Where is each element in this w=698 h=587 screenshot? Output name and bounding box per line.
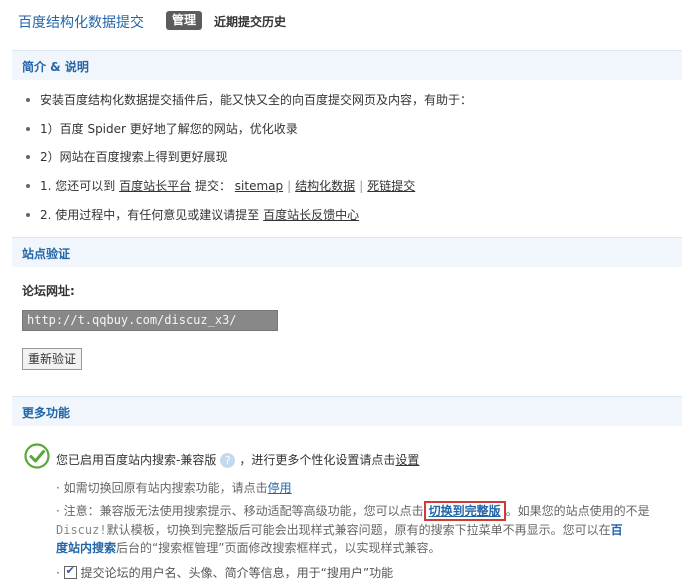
baidu-webmaster-platform-link[interactable]: 百度站长平台: [119, 179, 191, 193]
sitemap-link[interactable]: sitemap: [235, 179, 283, 193]
bullet-icon: [26, 154, 30, 159]
site-search-enabled-text: 您已启用百度站内搜索-兼容版? ，进行更多个性化设置请点击设置: [56, 453, 420, 468]
intro-line-4: 1. 您还可以到 百度站长平台 提交： sitemap | 结构化数据 | 死链提交: [26, 177, 415, 194]
intro-line-3: 2）网站在百度搜索上得到更好展现: [26, 148, 228, 165]
intro-line-5: 2. 使用过程中，有任何意见或建议请提至 百度站长反馈中心: [26, 206, 359, 223]
note-line-3: 度站内搜索后台的“搜索框管理”页面修改搜索框样式，以实现样式兼容。: [56, 541, 441, 555]
intro-section-title: 简介 & 说明: [22, 60, 89, 74]
submit-user-info-label: 提交论坛的用户名、头像、简介等信息，用于“搜用户”功能: [80, 566, 394, 580]
switch-back-line: · 如需切换回原有站内搜索功能，请点击停用: [56, 481, 292, 495]
revalidate-button[interactable]: 重新验证: [22, 348, 83, 370]
more-section-header: 更多功能: [12, 396, 682, 426]
help-icon[interactable]: ?: [220, 453, 236, 468]
note-line-2: Discuz!默认模板，切换到完整版后可能会出现样式兼容问题，原有的搜索下拉菜单…: [56, 523, 623, 537]
forum-url-field[interactable]: http://t.qqbuy.com/discuz_x3/: [22, 310, 278, 331]
app-title[interactable]: 百度结构化数据提交: [18, 12, 144, 32]
forum-url-label: 论坛网址:: [22, 284, 75, 298]
check-circle-icon: [24, 443, 50, 469]
structured-data-link[interactable]: 结构化数据: [295, 179, 355, 193]
submit-user-info-row: · 提交论坛的用户名、头像、简介等信息，用于“搜用户”功能: [56, 564, 393, 581]
disable-link[interactable]: 停用: [268, 481, 292, 495]
submit-user-info-checkbox[interactable]: [63, 564, 77, 579]
dead-link-submit-link[interactable]: 死链提交: [367, 179, 415, 193]
intro-line-2: 1）百度 Spider 更好地了解您的网站，优化收录: [26, 120, 298, 137]
settings-link[interactable]: 设置: [395, 453, 419, 467]
bullet-icon: [26, 97, 30, 102]
feedback-center-link[interactable]: 百度站长反馈中心: [263, 208, 359, 222]
intro-line-1: 安装百度结构化数据提交插件后，能又快又全的向百度提交网页及内容，有助于：: [26, 91, 472, 108]
verify-section-title: 站点验证: [22, 247, 71, 261]
bullet-icon: [26, 183, 30, 188]
verify-section-header: 站点验证: [12, 237, 682, 267]
baidu-site-search-link-b[interactable]: 度站内搜索: [56, 541, 116, 555]
top-bar: 百度结构化数据提交 管理 近期提交历史: [0, 0, 698, 40]
tab-history[interactable]: 近期提交历史: [214, 13, 286, 30]
baidu-site-search-link-a[interactable]: 百: [611, 523, 623, 537]
switch-to-full-link[interactable]: 切换到完整版: [423, 501, 506, 521]
bullet-icon: [26, 126, 30, 131]
note-line-1: · 注意：兼容版无法使用搜索提示、移动适配等高级功能，您可以点击 切换到完整版 。如…: [56, 501, 650, 521]
intro-section-header: 简介 & 说明: [12, 50, 682, 80]
more-section-title: 更多功能: [22, 406, 71, 420]
bullet-icon: [26, 212, 30, 217]
tab-manage[interactable]: 管理: [166, 11, 203, 30]
